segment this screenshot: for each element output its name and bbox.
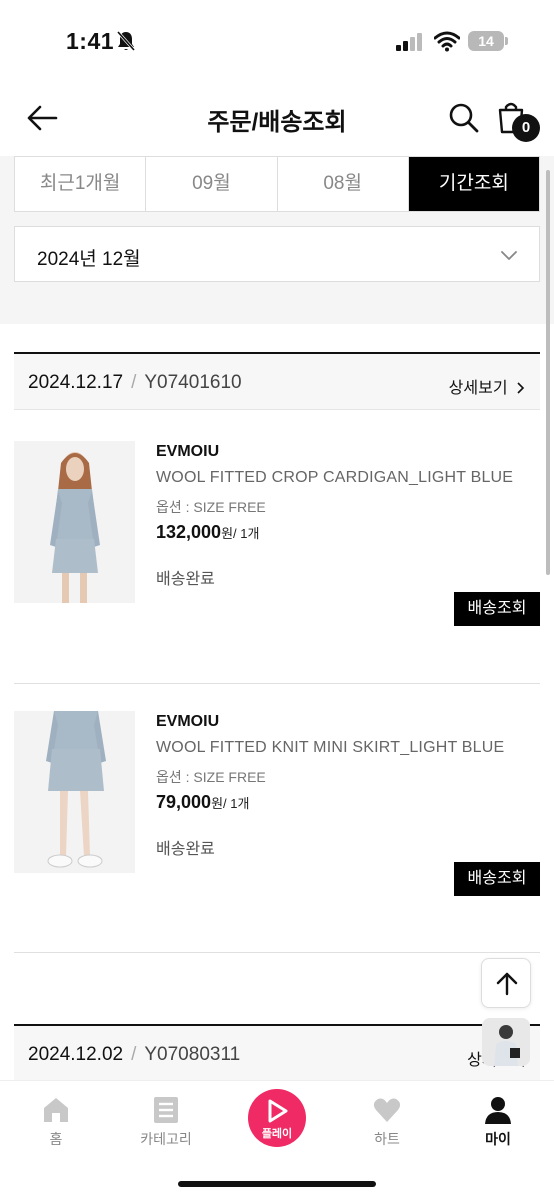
cellular-signal-icon [396,33,422,51]
person-icon [485,1097,511,1124]
period-select-value: 2024년 12월 [37,249,141,270]
tab-august[interactable]: 08월 [277,157,409,211]
battery-icon: 14 [468,31,508,51]
order-number: Y07401610 [144,372,242,393]
nav-play-label: 플레이 [261,1128,293,1140]
floating-video-thumbnail[interactable] [482,1018,530,1066]
product-price-line: 79,000원/ 1개 [156,792,249,813]
nav-my-label: 마이 [485,1131,511,1147]
battery-level: 14 [468,31,504,51]
product-image[interactable] [14,711,135,873]
item-divider [14,952,540,953]
product-price-suffix: 원/ 1개 [221,526,260,541]
product-name[interactable]: WOOL FITTED CROP CARDIGAN_LIGHT BLUE [156,469,513,487]
arrow-up-icon [496,972,518,996]
tab-recent-1-month[interactable]: 최근1개월 [15,157,147,211]
delivery-status: 배송완료 [156,841,215,858]
nav-heart-label: 하트 [374,1131,400,1147]
order-detail-link[interactable]: 상세보기 [449,374,526,398]
wifi-icon [434,31,460,52]
order-header: 2024.12.17 / Y07401610 상세보기 [14,352,540,410]
product-price: 79,000 [156,792,212,812]
app-header: 주문/배송조회 0 [0,80,554,156]
order-item: EVMOIU WOOL FITTED KNIT MINI SKIRT_LIGHT… [14,711,540,951]
product-name[interactable]: WOOL FITTED KNIT MINI SKIRT_LIGHT BLUE [156,739,504,757]
search-icon[interactable] [448,102,480,134]
product-photo-cardigan [14,441,135,603]
delivery-status: 배송완료 [156,571,215,588]
nav-home[interactable]: 홈 [11,1095,101,1149]
track-delivery-button[interactable]: 배송조회 [454,592,540,626]
home-icon [44,1098,68,1122]
period-select[interactable]: 2024년 12월 [14,226,540,282]
order-separator: / [131,1044,137,1065]
order-date-line: 2024.12.02 / Y07080311 [28,1044,240,1066]
period-tabs: 최근1개월 09월 08월 기간조회 [14,156,540,212]
product-price-suffix: 원/ 1개 [211,796,250,811]
product-option: 옵션 : SIZE FREE [156,499,266,515]
order-separator: / [131,372,137,393]
product-option: 옵션 : SIZE FREE [156,769,266,785]
order-item: EVMOIU WOOL FITTED CROP CARDIGAN_LIGHT B… [14,441,540,681]
order-detail-label: 상세보기 [448,380,508,397]
order-header: 2024.12.02/Y07080311 상세보기 [14,1024,540,1082]
status-bar: 1:41 14 [0,0,554,80]
nav-heart[interactable]: 하트 [342,1095,432,1149]
status-time: 1:41 [66,28,115,54]
item-divider [14,683,540,684]
tab-september[interactable]: 09월 [146,157,278,211]
bell-muted-icon [116,31,136,51]
nav-category-label: 카테고리 [140,1131,192,1147]
product-price-line: 132,000원/ 1개 [156,522,259,543]
chevron-down-icon [501,251,517,260]
nav-category[interactable]: 카테고리 [121,1095,211,1149]
product-brand: EVMOIU [156,713,220,730]
nav-my[interactable]: 마이 [453,1095,543,1149]
order-date: 2024.12.17 [28,372,124,393]
track-delivery-button[interactable]: 배송조회 [454,862,540,896]
product-image[interactable] [14,441,135,603]
category-icon [154,1097,178,1123]
scroll-to-top-button[interactable] [481,958,531,1008]
home-indicator [178,1181,376,1187]
product-price: 132,000 [156,522,222,542]
order-date-line: 2024.12.17 / Y07401610 [28,372,242,394]
heart-icon [373,1098,401,1122]
product-brand: EVMOIU [156,443,220,460]
chevron-right-icon [517,382,525,394]
product-photo-skirt [14,711,135,873]
order-date: 2024.12.02 [28,1044,124,1065]
model-thumbnail-image [482,1018,530,1066]
nav-play[interactable]: 플레이 [248,1089,306,1147]
scrollbar[interactable] [546,170,550,575]
tab-period-search[interactable]: 기간조회 [408,157,539,211]
filter-area: 최근1개월 09월 08월 기간조회 2024년 12월 [0,156,554,324]
nav-home-label: 홈 [49,1131,63,1147]
order-number: Y07080311 [144,1044,241,1065]
cart-count-badge: 0 [512,114,540,142]
